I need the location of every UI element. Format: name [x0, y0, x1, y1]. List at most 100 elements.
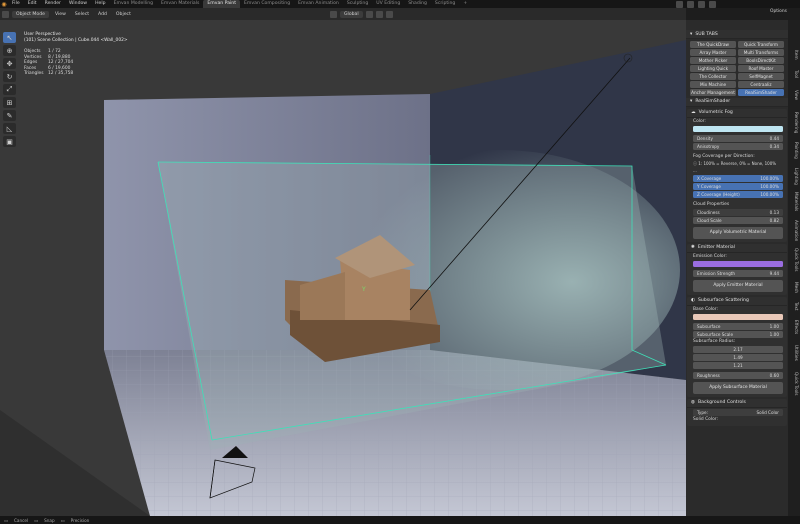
workspace-tab-animation[interactable]: Emvan Animation	[294, 0, 343, 8]
measure-tool-icon[interactable]: ◺	[3, 123, 16, 134]
radius-z-field[interactable]: 1.21	[693, 361, 783, 369]
snap-icon[interactable]	[375, 10, 383, 18]
move-tool-icon[interactable]: ✥	[3, 58, 16, 69]
side-tab[interactable]: Utilities	[789, 345, 799, 361]
pivot-icon[interactable]	[365, 10, 373, 18]
subtabs-header[interactable]: ▾ SUB TABS	[686, 30, 788, 39]
side-tab[interactable]: Mesh	[789, 282, 799, 293]
roughness-field[interactable]: Roughness 0.60	[693, 371, 783, 379]
blender-logo-icon[interactable]: ◉	[0, 0, 8, 8]
workspace-tab-paint[interactable]: Emvan Paint	[203, 0, 241, 8]
side-tab[interactable]: Tool	[789, 70, 799, 78]
workspace-tab-modelling[interactable]: Emvan Modelling	[110, 0, 157, 8]
side-tab[interactable]: View	[789, 90, 799, 100]
base-color-swatch[interactable]	[693, 313, 783, 320]
subtab-button[interactable]: Multi Transforms	[738, 49, 784, 56]
n-panel-sidebar: ▾ SUB TABS The QuickDraw Quick Transform …	[686, 20, 788, 516]
options-button[interactable]: Options	[770, 9, 787, 14]
select-tool-icon[interactable]: ↖	[3, 32, 16, 43]
menu-help[interactable]: Help	[91, 0, 109, 8]
view-layer-selector-icon[interactable]	[709, 1, 716, 8]
subtab-button[interactable]: Quick Transform	[738, 41, 784, 48]
side-tab[interactable]: Quick Tools	[789, 372, 799, 396]
side-tab[interactable]: Materials	[789, 192, 799, 211]
cursor-tool-icon[interactable]: ⊕	[3, 45, 16, 56]
background-type-dropdown[interactable]: Type: Solid Color	[693, 408, 783, 416]
add-cube-tool-icon[interactable]: ▣	[3, 136, 16, 147]
orientation-icon[interactable]	[330, 10, 337, 18]
subtab-button[interactable]: BoolsDirectKit	[738, 57, 784, 64]
subtab-button[interactable]: Mother Picker	[690, 57, 736, 64]
subtab-button[interactable]: Array Master	[690, 49, 736, 56]
density-field[interactable]: Density 0.44	[693, 134, 783, 142]
background-header[interactable]: ◍ Background Controls	[687, 399, 787, 408]
apply-emitter-button[interactable]: Apply Emitter Material	[693, 279, 783, 292]
subtab-button[interactable]: Roof Master	[738, 65, 784, 72]
apply-volumetric-button[interactable]: Apply Volumetric Material	[693, 226, 783, 239]
subsurface-field[interactable]: Subsurface 1.00	[693, 322, 783, 330]
fog-color-swatch[interactable]	[693, 125, 783, 132]
proportional-edit-icon[interactable]	[385, 10, 393, 18]
anisotropy-field[interactable]: Anisotropy 0.34	[693, 142, 783, 150]
z-coverage-field[interactable]: Z Coverage (Height) 100.00%	[693, 190, 783, 198]
side-tab[interactable]: Painting	[789, 142, 799, 159]
workspace-tab-uv-editing[interactable]: UV Editing	[372, 0, 404, 8]
y-coverage-field[interactable]: Y Coverage 100.00%	[693, 182, 783, 190]
view-menu[interactable]: View	[52, 11, 69, 18]
mode-dropdown[interactable]: Object Mode	[12, 10, 49, 18]
cloudiness-field[interactable]: Cloudiness 0.13	[693, 208, 783, 216]
side-tab[interactable]: Animation	[789, 220, 799, 241]
scale-tool-icon[interactable]: ⤢	[3, 84, 16, 95]
scene-icon[interactable]	[676, 1, 683, 8]
workspace-tab-sculpting[interactable]: Sculpting	[343, 0, 372, 8]
annotate-tool-icon[interactable]: ✎	[3, 110, 16, 121]
realsimshader-header[interactable]: ▾ RealSimShader	[686, 97, 788, 107]
radius-y-field[interactable]: 1.49	[693, 353, 783, 361]
status-cancel: Cancel	[13, 517, 29, 523]
workspace-tab-scripting[interactable]: Scripting	[431, 0, 459, 8]
x-coverage-field[interactable]: X Coverage 100.00%	[693, 174, 783, 182]
subtab-button[interactable]: The Collector	[690, 73, 736, 80]
menu-file[interactable]: File	[8, 0, 24, 8]
side-tab[interactable]: Text	[789, 302, 799, 310]
volumetric-fog-header[interactable]: ☁ Volumetric Fog	[687, 109, 787, 118]
radius-x-field[interactable]: 2.17	[693, 345, 783, 353]
subsurface-header[interactable]: ◐ Subsurface Scattering	[687, 297, 787, 306]
menu-window[interactable]: Window	[65, 0, 91, 8]
cloud-scale-field[interactable]: Cloud Scale 0.82	[693, 216, 783, 224]
menu-render[interactable]: Render	[41, 0, 65, 8]
subtab-button[interactable]: SelfMagnet	[738, 73, 784, 80]
subtab-button[interactable]: Mix Machine	[690, 81, 736, 88]
emission-strength-field[interactable]: Emission Strength 9.44	[693, 269, 783, 277]
subsurface-scale-field[interactable]: Subsurface Scale 1.00	[693, 330, 783, 338]
side-tab[interactable]: Quick Tools	[789, 248, 799, 272]
emission-color-swatch[interactable]	[693, 260, 783, 267]
subtab-button[interactable]: Lighting Quick	[690, 65, 736, 72]
emitter-header[interactable]: ✺ Emitter Material	[687, 244, 787, 253]
workspace-tab-compositing[interactable]: Emvan Compositing	[240, 0, 294, 8]
side-tab[interactable]: Rendering	[789, 112, 799, 133]
subtab-button[interactable]: Anchor Management	[690, 89, 736, 96]
rotate-tool-icon[interactable]: ↻	[3, 71, 16, 82]
select-menu[interactable]: Select	[72, 11, 92, 18]
apply-subsurface-button[interactable]: Apply Subsurface Material	[693, 381, 783, 394]
transform-tool-icon[interactable]: ⊞	[3, 97, 16, 108]
side-tab[interactable]: Lighting	[789, 168, 799, 185]
mouse-middle-icon: ▭	[34, 517, 39, 523]
menu-edit[interactable]: Edit	[24, 0, 41, 8]
subtab-button[interactable]: The QuickDraw	[690, 41, 736, 48]
add-workspace-button[interactable]: +	[459, 0, 471, 8]
subtab-button[interactable]: Centraaliz	[738, 81, 784, 88]
view-layer-icon[interactable]	[698, 1, 705, 8]
side-tab[interactable]: Item	[789, 50, 799, 60]
3d-viewport[interactable]: Y	[0, 20, 686, 516]
scene-selector-icon[interactable]	[687, 1, 694, 8]
orientation-dropdown[interactable]: Global	[340, 10, 363, 18]
object-menu[interactable]: Object	[113, 11, 134, 18]
subtab-button-active[interactable]: RealSimShader	[738, 89, 784, 96]
workspace-tab-materials[interactable]: Emvan Materials	[157, 0, 203, 8]
side-tab[interactable]: Effects	[789, 320, 799, 334]
workspace-tab-shading[interactable]: Shading	[404, 0, 431, 8]
editor-type-icon[interactable]	[2, 10, 9, 18]
add-menu[interactable]: Add	[95, 11, 110, 18]
